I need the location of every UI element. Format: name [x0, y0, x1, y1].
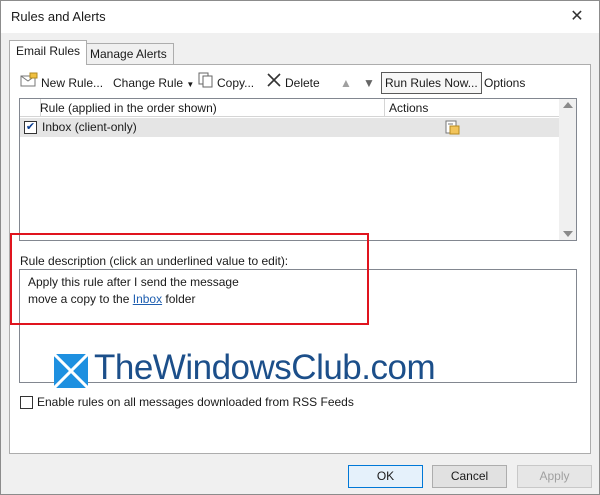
- rules-list[interactable]: Rule (applied in the order shown) Action…: [19, 98, 577, 241]
- watermark-text: TheWindowsClub.com: [94, 348, 436, 387]
- chevron-down-icon: ▼: [186, 80, 195, 89]
- rules-list-scrollbar[interactable]: [559, 99, 576, 240]
- change-rule-label: Change Rule: [113, 76, 184, 90]
- move-to-folder-icon: [444, 119, 460, 139]
- email-rules-panel: New Rule... Change Rule ▼ Copy... Delete…: [9, 64, 591, 454]
- run-rules-now-button[interactable]: Run Rules Now...: [381, 72, 482, 94]
- highlight-annotation-box: [10, 233, 369, 325]
- options-button[interactable]: Options: [484, 72, 525, 94]
- delete-x-icon: [266, 72, 282, 95]
- copy-label: Copy...: [217, 76, 255, 90]
- rss-checkbox[interactable]: [20, 396, 33, 409]
- move-down-icon[interactable]: ▼: [363, 72, 375, 94]
- change-rule-button[interactable]: Change Rule ▼: [113, 72, 194, 94]
- rules-list-header: Rule (applied in the order shown) Action…: [20, 99, 559, 117]
- windows-logo-icon: [52, 352, 90, 391]
- ok-button[interactable]: OK: [348, 465, 423, 488]
- close-icon[interactable]: ✕: [557, 1, 597, 33]
- rule-name: Inbox (client-only): [42, 120, 137, 134]
- new-rule-icon: [20, 72, 38, 95]
- copy-button[interactable]: Copy...: [198, 72, 254, 94]
- title-bar: Rules and Alerts ✕: [1, 1, 599, 33]
- tab-email-rules[interactable]: Email Rules: [9, 40, 88, 65]
- rule-enabled-checkbox[interactable]: ✔: [24, 121, 37, 134]
- delete-button[interactable]: Delete: [266, 72, 320, 94]
- rules-and-alerts-dialog: Rules and Alerts ✕ Email Rules Manage Al…: [0, 0, 600, 495]
- column-header-actions[interactable]: Actions: [389, 101, 428, 115]
- rule-row-inbox[interactable]: ✔ Inbox (client-only): [20, 118, 559, 137]
- tab-manage-alerts[interactable]: Manage Alerts: [83, 43, 174, 64]
- new-rule-button[interactable]: New Rule...: [20, 72, 103, 94]
- scroll-up-arrow-icon[interactable]: [563, 102, 573, 108]
- window-title: Rules and Alerts: [11, 9, 106, 24]
- column-header-rule[interactable]: Rule (applied in the order shown): [40, 101, 217, 115]
- copy-icon: [198, 72, 214, 95]
- new-rule-label: New Rule...: [41, 76, 104, 90]
- rss-option-label: Enable rules on all messages downloaded …: [37, 395, 354, 409]
- column-divider: [384, 99, 385, 117]
- move-up-icon[interactable]: ▲: [340, 72, 352, 94]
- delete-label: Delete: [285, 76, 320, 90]
- apply-button[interactable]: Apply: [517, 465, 592, 488]
- cancel-button[interactable]: Cancel: [432, 465, 507, 488]
- rules-toolbar: New Rule... Change Rule ▼ Copy... Delete…: [20, 72, 580, 94]
- scroll-down-arrow-icon[interactable]: [563, 231, 573, 237]
